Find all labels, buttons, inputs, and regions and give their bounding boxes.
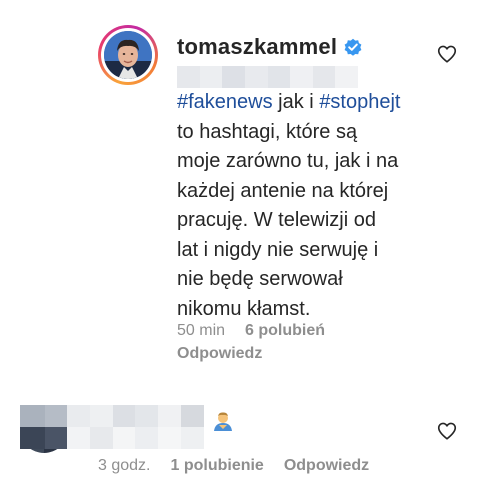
comment-text-line: moje zarówno tu, jak i na [177, 147, 437, 177]
story-ring-avatar[interactable] [98, 25, 158, 85]
comment-meta: 50 min 6 polubień [177, 322, 325, 340]
comment-text-line: nikomu kłamst. [177, 295, 437, 325]
comment-text-segment: każdej antenie na której [177, 179, 389, 202]
comment-header: tomaszkammel [177, 32, 363, 62]
heart-outline-icon[interactable] [436, 420, 458, 442]
comment-text-line: każdej antenie na której [177, 177, 437, 207]
comment-text-segment: pracuję. W telewizji od [177, 209, 376, 231]
comment-text-line: #fakenews jak i #stophejt [177, 88, 437, 118]
comment-time: 3 godz. [98, 457, 151, 474]
blurred-username [20, 405, 204, 427]
comment-text-line: pracuję. W telewizji od [177, 206, 437, 236]
comment-text-segment: nie będę serwował [177, 268, 343, 290]
blurred-comment [20, 427, 204, 449]
username-link[interactable]: tomaszkammel [177, 34, 337, 60]
person-emoji-icon [214, 412, 232, 431]
verified-badge-icon [344, 38, 362, 56]
likes-count-link[interactable]: 1 polubienie [170, 457, 263, 475]
comment-text-segment: moje zarówno tu, jak i na [177, 150, 399, 172]
reply-button[interactable]: Odpowiedz [284, 457, 369, 475]
comment-text-line: nie będę serwował [177, 265, 437, 295]
hashtag-link[interactable]: #stophejt [319, 91, 400, 113]
reply-button[interactable]: Odpowiedz [177, 345, 262, 363]
comment-text-segment: to hashtagi, które są [177, 120, 358, 143]
comments-panel: tomaszkammel #fakenews jak i #stophejt to… [0, 0, 498, 478]
comment-text: #fakenews jak i #stophejt to hashtagi, kt… [177, 88, 437, 324]
hashtag-link[interactable]: #fakenews [177, 91, 273, 113]
comment-time: 50 min [177, 322, 226, 339]
likes-count-link[interactable]: 6 polubień [245, 322, 325, 340]
avatar [104, 31, 152, 79]
profile-photo-icon [104, 31, 152, 79]
blurred-mention [177, 66, 358, 88]
comment-text-segment: lat i nigdy nie serwuję i [177, 238, 379, 261]
comment-text-line: lat i nigdy nie serwuję i [177, 236, 437, 266]
heart-outline-icon[interactable] [436, 43, 458, 65]
comment-text-segment: nikomu kłamst. [177, 297, 311, 320]
comment-meta: 3 godz. 1 polubienie Odpowiedz [98, 457, 369, 475]
comment-text-segment: jak i [272, 91, 320, 113]
comment-text-line: to hashtagi, które są [177, 118, 437, 148]
